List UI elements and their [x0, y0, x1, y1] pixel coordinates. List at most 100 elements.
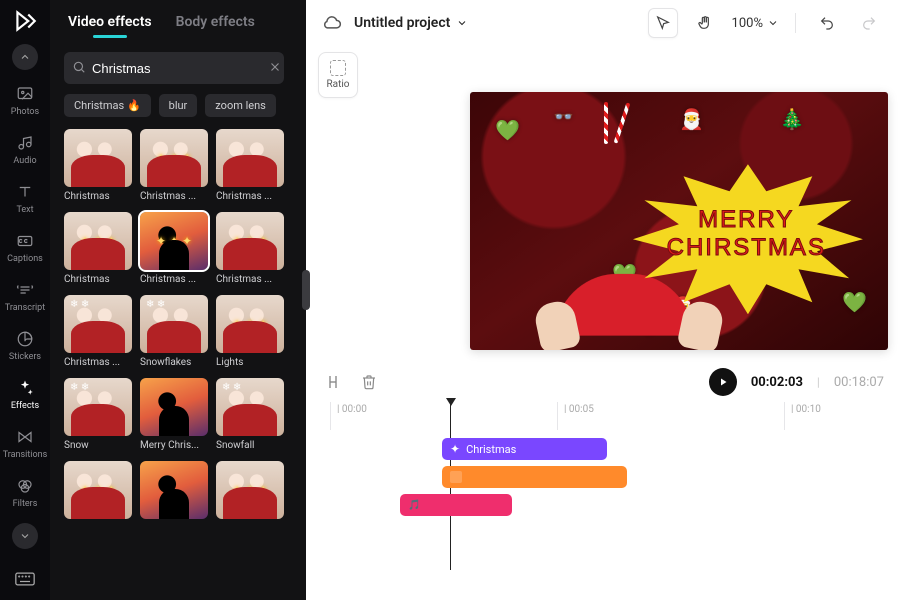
sparkle-icon: ✦ [450, 442, 460, 456]
effect-thumbnail [64, 212, 132, 270]
audio-clip[interactable]: 🎵 [400, 494, 512, 516]
effect-card[interactable]: Christmas ... [216, 212, 284, 285]
effect-thumbnail [216, 295, 284, 353]
effect-label: Snowflakes [140, 357, 208, 368]
effect-thumbnail [64, 295, 132, 353]
glasses-emoji: 👓 [554, 107, 574, 126]
panel-resize-handle[interactable] [298, 0, 306, 600]
rail-item-filters[interactable]: Filters [0, 468, 50, 517]
rail-item-label: Photos [11, 107, 39, 117]
video-clip[interactable] [442, 466, 627, 488]
rail-item-photos[interactable]: Photos [0, 76, 50, 125]
hand-tool[interactable] [690, 8, 720, 38]
effect-card[interactable]: Snowfall [216, 378, 284, 451]
undo-button[interactable] [812, 8, 842, 38]
timeline-tracks[interactable]: ✦ Christmas 🎵 [322, 434, 884, 554]
effect-card[interactable] [140, 461, 208, 523]
effects-search-input[interactable] [92, 61, 268, 76]
effect-label: Christmas ... [216, 191, 284, 202]
effect-label: Snow [64, 440, 132, 451]
effect-card[interactable] [216, 461, 284, 523]
left-rail: Photos Audio Text CaptionsTranscript Sticker… [0, 0, 50, 600]
stickers-icon [15, 329, 35, 349]
effect-thumbnail [140, 212, 208, 270]
effect-label: Christmas [64, 274, 132, 285]
tab-video-effects[interactable]: Video effects [68, 14, 152, 30]
effect-thumbnail [140, 378, 208, 436]
effect-card[interactable]: Snow [64, 378, 132, 451]
rail-item-stickers[interactable]: Stickers [0, 321, 50, 370]
effects-search[interactable] [64, 52, 284, 84]
rail-item-text[interactable]: Text [0, 174, 50, 223]
rail-more-button[interactable] [12, 523, 38, 549]
audio-icon [15, 133, 35, 153]
effect-thumbnail [140, 129, 208, 187]
rail-item-transitions[interactable]: Transitions [0, 419, 50, 468]
keyboard-shortcuts-button[interactable] [12, 568, 38, 590]
rail-item-audio[interactable]: Audio [0, 125, 50, 174]
delete-tool[interactable] [358, 371, 380, 393]
cloud-icon[interactable] [322, 12, 342, 35]
flame-icon: 🔥 [127, 99, 141, 112]
suggestion-chip[interactable]: zoom lens [205, 94, 276, 117]
effect-clip[interactable]: ✦ Christmas [442, 438, 607, 460]
ratio-label: Ratio [326, 79, 349, 90]
effect-thumbnail [64, 378, 132, 436]
effect-label: Christmas ... [140, 191, 208, 202]
effect-label: Christmas [64, 191, 132, 202]
effect-card[interactable]: Christmas [64, 212, 132, 285]
transcript-icon [15, 280, 35, 300]
split-tool[interactable] [322, 371, 344, 393]
chevron-down-icon [767, 17, 779, 29]
rail-item-effects[interactable]: Effects [0, 370, 50, 419]
effect-label: Christmas ... [64, 357, 132, 368]
effect-card[interactable]: Christmas ... [140, 212, 208, 285]
effect-card[interactable]: Merry Chris... [140, 378, 208, 451]
suggestion-chips: Christmas 🔥 blur zoom lens [50, 94, 298, 129]
effect-card[interactable]: Lights [216, 295, 284, 368]
filters-icon [15, 476, 35, 496]
effect-card[interactable]: Christmas [64, 129, 132, 202]
rail-item-label: Filters [13, 499, 38, 509]
ratio-button[interactable]: Ratio [318, 52, 358, 98]
tab-body-effects[interactable]: Body effects [176, 14, 255, 30]
ratio-icon [330, 60, 346, 76]
clear-search-button[interactable] [268, 60, 282, 77]
suggestion-chip[interactable]: Christmas 🔥 [64, 94, 151, 117]
effect-card[interactable]: Christmas ... [64, 295, 132, 368]
timeline-ruler[interactable]: | 00:00| 00:05| 00:10| 00:15 [322, 402, 884, 430]
effect-card[interactable]: Christmas ... [140, 129, 208, 202]
rail-item-transcript[interactable]: Transcript [0, 272, 50, 321]
ruler-tick: | 00:00 [330, 402, 367, 430]
captions-icon [15, 231, 35, 251]
effect-thumbnail [64, 129, 132, 187]
effect-card[interactable]: Christmas ... [216, 129, 284, 202]
top-bar: Untitled project 100% [306, 0, 900, 46]
heart-emoji: 💚 [495, 118, 520, 142]
rail-item-label: Stickers [9, 352, 41, 362]
ruler-tick: | 00:10 [784, 402, 821, 430]
collapse-rail-button[interactable] [12, 44, 38, 70]
preview-canvas[interactable]: 💚 💚 💚 🎅 🎅 🎄 🎄 👓 MERRY CHIRSTMAS [470, 92, 888, 350]
effect-thumbnail [216, 212, 284, 270]
effect-clip-label: Christmas [466, 443, 516, 456]
video-thumb-icon [450, 471, 462, 483]
rail-item-captions[interactable]: Captions [0, 223, 50, 272]
rail-item-label: Text [16, 205, 33, 215]
santa-emoji: 🎅 [679, 107, 704, 131]
cursor-tool[interactable] [648, 8, 678, 38]
effect-thumbnail [64, 461, 132, 519]
rail-item-label: Audio [13, 156, 36, 166]
zoom-control[interactable]: 100% [732, 16, 779, 31]
effect-card[interactable] [64, 461, 132, 523]
suggestion-chip[interactable]: blur [159, 94, 198, 117]
effect-thumbnail [140, 461, 208, 519]
burst-text: MERRY CHIRSTMAS [621, 206, 871, 262]
project-title[interactable]: Untitled project [354, 15, 468, 31]
redo-button[interactable] [854, 8, 884, 38]
effects-results-grid: ChristmasChristmas ...Christmas ...Chris… [50, 129, 298, 537]
candy-cane [614, 102, 631, 143]
play-button[interactable] [709, 368, 737, 396]
effect-thumbnail [140, 295, 208, 353]
effect-card[interactable]: Snowflakes [140, 295, 208, 368]
